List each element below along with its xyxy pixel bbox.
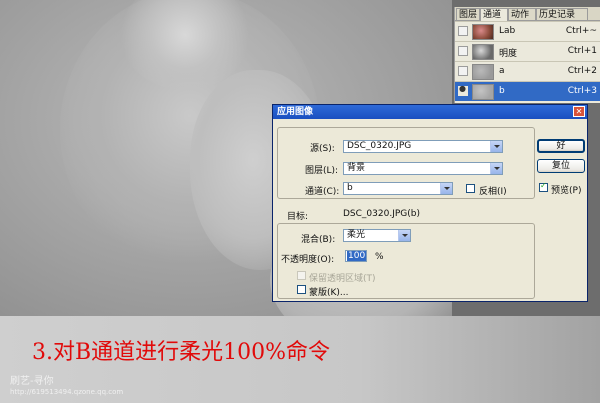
channel-thumbnail (472, 84, 494, 100)
blending-select[interactable]: 柔光 (343, 229, 411, 242)
channel-row-b[interactable]: b Ctrl+3 (455, 81, 600, 101)
tab-channels[interactable]: 通道 (480, 8, 508, 21)
mask-label: 蒙版(K)... (309, 288, 349, 298)
dialog-titlebar[interactable]: 应用图像 ✕ (273, 105, 587, 119)
chevron-down-icon (490, 163, 502, 174)
target-label: 目标: (287, 212, 309, 222)
opacity-value: 100 (347, 251, 367, 261)
blending-label: 混合(B): (301, 235, 336, 245)
channel-shortcut: Ctrl+~ (565, 26, 597, 36)
eye-icon[interactable] (458, 84, 468, 96)
watermark-url: http://619513494.qzone.qq.com (10, 388, 124, 396)
chevron-down-icon (398, 230, 410, 241)
channels-palette: 图层 通道 动作 历史记录 Lab Ctrl+~ 明度 Ctrl+1 a Ctr… (454, 7, 600, 103)
tab-layers[interactable]: 图层 (456, 8, 480, 20)
apply-image-dialog: 应用图像 ✕ 源(S): DSC_0320.JPG 图层(L): 背景 通道(C… (272, 104, 588, 302)
channel-thumbnail (472, 44, 494, 60)
preview-checkbox[interactable] (539, 181, 548, 192)
channel-shortcut: Ctrl+3 (567, 86, 597, 96)
layer-value: 背景 (347, 163, 366, 173)
step-caption: 3.对B通道进行柔光100%命令 (32, 340, 331, 365)
source-select[interactable]: DSC_0320.JPG (343, 140, 503, 153)
tab-actions[interactable]: 动作 (508, 8, 536, 20)
preview-label: 预览(P) (551, 186, 582, 196)
ok-button[interactable]: 好 (537, 139, 585, 153)
tab-history-label: 历史记录 (539, 10, 576, 20)
layer-select[interactable]: 背景 (343, 162, 503, 175)
opacity-label: 不透明度(O): (281, 255, 335, 265)
channel-name: 明度 (499, 49, 518, 59)
target-value: DSC_0320.JPG(b) (343, 209, 420, 219)
source-value: DSC_0320.JPG (347, 141, 412, 151)
palette-tabs: 图层 通道 动作 历史记录 (455, 7, 600, 21)
preserve-transparency-checkbox[interactable] (297, 271, 306, 280)
visibility-toggle[interactable] (458, 66, 468, 76)
channel-row-a[interactable]: a Ctrl+2 (455, 61, 600, 81)
watermark-author: 刷艺-寻你 (10, 376, 54, 387)
channel-shortcut: Ctrl+1 (567, 46, 597, 56)
channel-name: a (499, 66, 505, 76)
reset-button[interactable]: 复位 (537, 159, 585, 173)
opacity-unit: % (375, 252, 384, 262)
channel-thumbnail (472, 64, 494, 80)
channel-row-lab[interactable]: Lab Ctrl+~ (455, 21, 600, 41)
preserve-transparency-label: 保留透明区域(T) (309, 274, 376, 284)
channel-thumbnail (472, 24, 494, 40)
invert-checkbox[interactable] (466, 184, 475, 193)
visibility-toggle[interactable] (458, 46, 468, 56)
source-label: 源(S): (310, 144, 335, 154)
blending-value: 柔光 (347, 230, 366, 240)
invert-label: 反相(I) (479, 187, 507, 197)
chevron-down-icon (490, 141, 502, 152)
dialog-title: 应用图像 (277, 107, 314, 117)
channel-shortcut: Ctrl+2 (567, 66, 597, 76)
mask-checkbox[interactable] (297, 285, 306, 294)
chevron-down-icon (440, 183, 452, 194)
channel-value: b (347, 183, 353, 193)
channel-label: 通道(C): (305, 187, 340, 197)
channel-row-lightness[interactable]: 明度 Ctrl+1 (455, 41, 600, 61)
visibility-toggle[interactable] (458, 26, 468, 36)
channel-name: b (499, 86, 505, 96)
layer-label: 图层(L): (305, 166, 339, 176)
channel-select[interactable]: b (343, 182, 453, 195)
opacity-input[interactable]: 100 (345, 250, 367, 262)
channel-name: Lab (499, 26, 516, 36)
tab-history[interactable]: 历史记录 (536, 8, 588, 20)
close-icon[interactable]: ✕ (573, 106, 585, 117)
